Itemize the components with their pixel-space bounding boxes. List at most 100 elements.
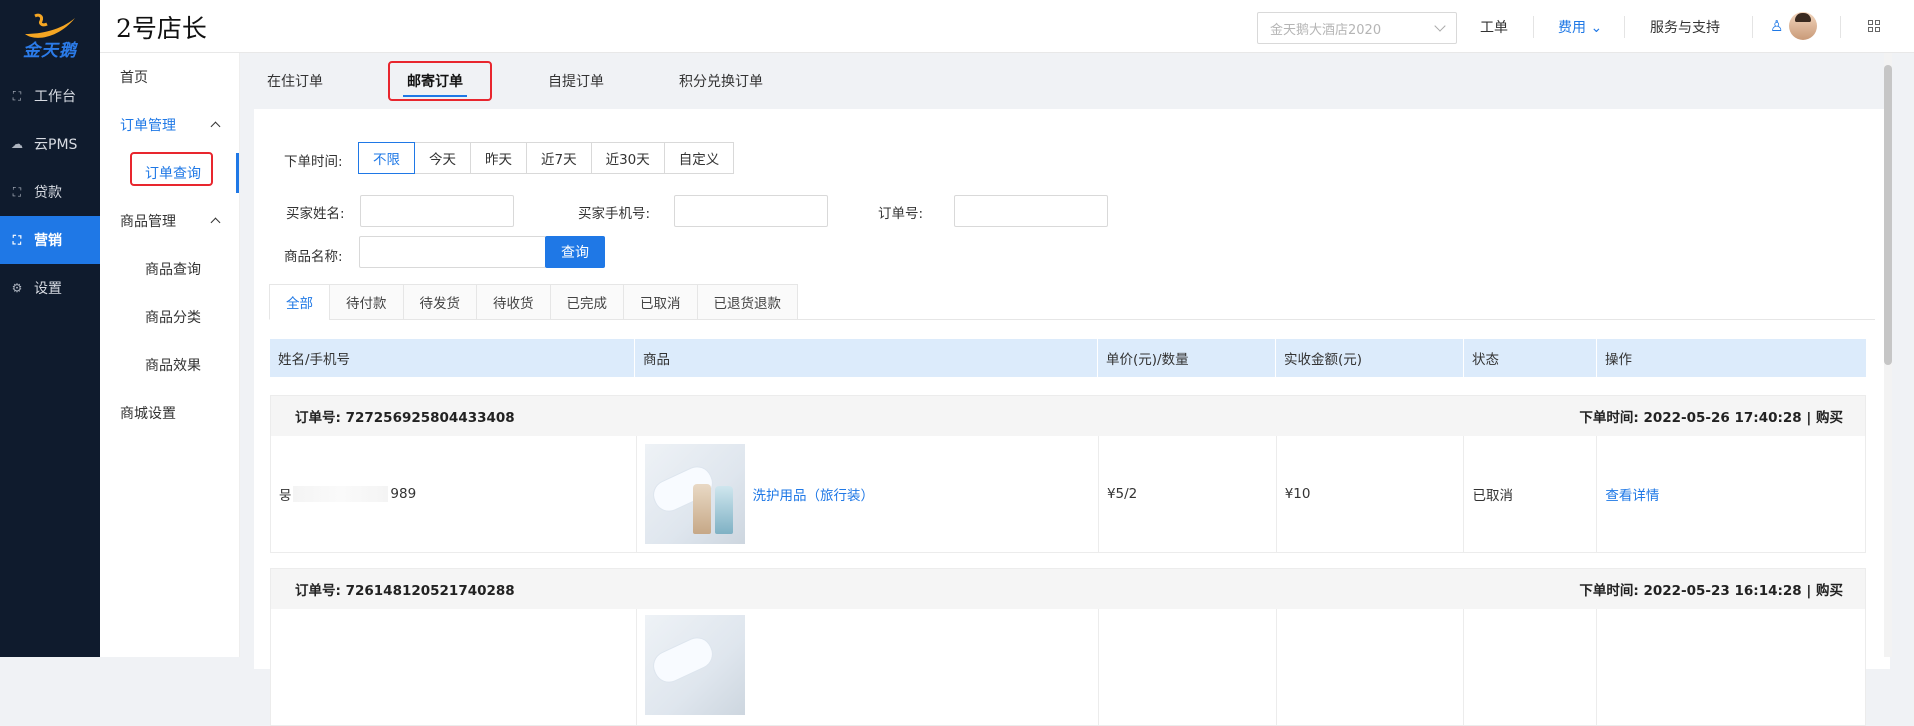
cell-amount — [1277, 609, 1465, 725]
order-no-label: 订单号: — [878, 206, 924, 222]
logo-text: 金天鹅 — [23, 40, 77, 61]
highlight-box — [388, 61, 492, 101]
status-tabs: 全部 待付款 待发货 待收货 已完成 已取消 已退货退款 — [269, 284, 1875, 320]
order-time-label: 下单时间: — [284, 154, 343, 170]
highlight-box — [130, 152, 213, 186]
sub-item-mall-settings[interactable]: 商城设置 — [100, 389, 239, 437]
nav-label: 贷款 — [34, 185, 62, 201]
status-tab-all[interactable]: 全部 — [269, 284, 330, 320]
time-option-30days[interactable]: 近30天 — [590, 142, 665, 174]
query-button[interactable]: 查询 — [545, 236, 605, 268]
sub-item-goods-category[interactable]: 商品分类 — [100, 293, 239, 341]
tab-pickup-orders[interactable]: 自提订单 — [548, 71, 604, 91]
nav-item-loan[interactable]: ⛶ 贷款 — [0, 168, 100, 216]
cell-price-qty: ¥5/2 — [1099, 436, 1277, 552]
order-row: 뭉 989 洗护用品（旅行装） ¥5/2 ¥10 已取消 查看详情 — [271, 436, 1865, 552]
tab-points-orders[interactable]: 积分兑换订单 — [679, 71, 763, 91]
order-head: 订单号: 726148120521740288 下单时间: 2022-05-23… — [271, 569, 1865, 609]
order-number: 订单号: 726148120521740288 — [295, 583, 515, 599]
nav-item-workbench[interactable]: ⛶ 工作台 — [0, 72, 100, 120]
cell-goods: 洗护用品（旅行装） — [637, 436, 1099, 552]
order-card: 订单号: 726148120521740288 下单时间: 2022-05-23… — [270, 568, 1866, 726]
support-link[interactable]: 服务与支持 — [1650, 17, 1720, 37]
goods-thumbnail[interactable] — [644, 615, 745, 715]
ticket-link[interactable]: 工单 — [1480, 17, 1508, 37]
settings-icon: ⚙ — [11, 281, 23, 295]
order-card: 订单号: 727256925804433408 下单时间: 2022-05-26… — [270, 395, 1866, 553]
nav-label: 设置 — [34, 281, 62, 297]
order-time-segment: 不限 今天 昨天 近7天 近30天 自定义 — [358, 142, 735, 174]
col-price-qty: 单价(元)/数量 — [1098, 339, 1276, 377]
sub-group-order-management[interactable]: 订单管理 — [100, 101, 239, 149]
col-name-phone: 姓名/手机号 — [270, 339, 635, 377]
goods-name-input[interactable] — [359, 236, 546, 268]
sub-item-goods-effect[interactable]: 商品效果 — [100, 341, 239, 389]
order-time: 下单时间: 2022-05-23 16:14:28 | 购买 — [1579, 583, 1843, 599]
status-tab-pending-payment[interactable]: 待付款 — [329, 284, 404, 320]
left-nav: 金天鹅 ⛶ 工作台 ☁ 云PMS ⛶ 贷款 ⛶ 营销 ⚙ 设置 — [0, 0, 100, 657]
scrollbar-thumb[interactable] — [1884, 65, 1892, 365]
buyer-name-input[interactable] — [360, 195, 514, 227]
sub-nav: 首页 订单管理 订单查询 商品管理 商品查询 商品分类 商品效果 商城设置 — [100, 53, 240, 657]
chevron-up-icon — [210, 121, 221, 132]
status-tab-cancelled[interactable]: 已取消 — [623, 284, 698, 320]
order-no-input[interactable] — [954, 195, 1108, 227]
nav-label: 云PMS — [34, 137, 78, 153]
cell-goods — [637, 609, 1099, 725]
user-icon: ♙ — [1770, 17, 1784, 35]
table-header: 姓名/手机号 商品 单价(元)/数量 实收金额(元) 状态 操作 — [270, 339, 1866, 377]
buyer-phone-input[interactable] — [674, 195, 828, 227]
top-bar: 2号店长 金天鹅大酒店2020 工单 费用 ⌄ 服务与支持 ♙ — [100, 0, 1914, 53]
time-option-today[interactable]: 今天 — [414, 142, 471, 174]
fee-menu[interactable]: 费用 ⌄ — [1558, 17, 1602, 37]
sub-item-home[interactable]: 首页 — [100, 53, 239, 101]
cell-status: 已取消 — [1464, 436, 1598, 552]
chevron-up-icon — [210, 217, 221, 228]
time-option-7days[interactable]: 近7天 — [526, 142, 592, 174]
status-tab-refunded[interactable]: 已退货退款 — [696, 284, 798, 320]
time-option-all[interactable]: 不限 — [358, 142, 415, 174]
cell-status — [1464, 609, 1598, 725]
cell-action: 查看详情 — [1597, 436, 1865, 552]
fee-label: 费用 — [1558, 20, 1586, 36]
order-type-tabs: 在住订单 邮寄订单 自提订单 积分兑换订单 — [240, 53, 1890, 103]
col-status: 状态 — [1464, 339, 1597, 377]
goods-link[interactable]: 洗护用品（旅行装） — [753, 484, 875, 504]
sub-item-goods-query[interactable]: 商品查询 — [100, 245, 239, 293]
user-menu[interactable]: ♙ — [1770, 12, 1818, 40]
page-brand-title: 2号店长 — [116, 14, 207, 43]
goods-name-label: 商品名称: — [284, 249, 343, 265]
order-head: 订单号: 727256925804433408 下单时间: 2022-05-26… — [271, 396, 1865, 436]
divider — [1840, 16, 1841, 38]
order-time: 下单时间: 2022-05-26 17:40:28 | 购买 — [1579, 410, 1843, 426]
divider — [1624, 16, 1625, 38]
nav-label: 营销 — [34, 233, 62, 249]
col-action: 操作 — [1605, 352, 1632, 368]
nav-item-settings[interactable]: ⚙ 设置 — [0, 264, 100, 312]
status-tab-completed[interactable]: 已完成 — [549, 284, 624, 320]
cell-price-qty — [1099, 609, 1277, 725]
sub-group-label: 商品管理 — [120, 214, 176, 230]
col-goods: 商品 — [635, 339, 1098, 377]
status-tab-pending-receipt[interactable]: 待收货 — [476, 284, 551, 320]
scrollbar[interactable] — [1884, 53, 1892, 657]
hotel-select[interactable]: 金天鹅大酒店2020 — [1257, 12, 1457, 44]
view-details-link[interactable]: 查看详情 — [1605, 484, 1659, 504]
time-option-yesterday[interactable]: 昨天 — [470, 142, 527, 174]
tab-in-house-orders[interactable]: 在住订单 — [267, 71, 323, 91]
marketing-icon: ⛶ — [12, 232, 22, 247]
goods-thumbnail[interactable] — [644, 444, 745, 544]
logo: 金天鹅 — [0, 0, 100, 72]
sub-group-goods-management[interactable]: 商品管理 — [100, 197, 239, 245]
masked-phone — [293, 486, 389, 502]
cell-action — [1597, 609, 1865, 725]
filter-and-list-panel: 下单时间: 不限 今天 昨天 近7天 近30天 自定义 买家姓名: 买家手机号:… — [254, 109, 1890, 726]
divider — [1533, 16, 1534, 38]
time-option-custom[interactable]: 自定义 — [663, 142, 735, 174]
status-tab-pending-shipment[interactable]: 待发货 — [402, 284, 477, 320]
nav-item-cloud-pms[interactable]: ☁ 云PMS — [0, 120, 100, 168]
grid-menu-icon[interactable] — [1868, 20, 1880, 32]
cell-name-phone — [271, 609, 637, 725]
nav-item-marketing[interactable]: ⛶ 营销 — [0, 216, 100, 264]
nav-label: 工作台 — [34, 89, 76, 105]
